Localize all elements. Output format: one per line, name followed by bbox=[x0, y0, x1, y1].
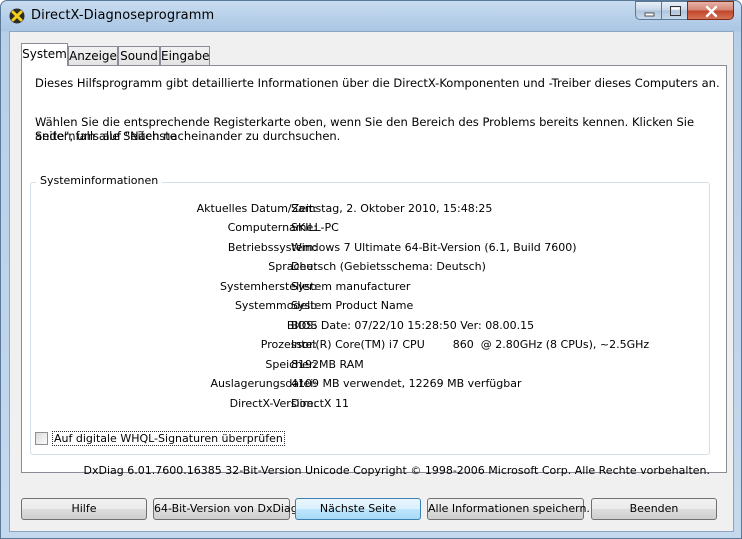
whql-checkbox[interactable] bbox=[35, 432, 48, 445]
value-computername: SKILL-PC bbox=[291, 221, 339, 234]
value-os: Windows 7 Ultimate 64-Bit-Version (6.1, … bbox=[291, 241, 577, 254]
instructions-text-line-2: Seite", um alle Seiten nacheinander zu d… bbox=[35, 129, 341, 143]
next-page-button[interactable]: Nächste Seite bbox=[295, 498, 421, 520]
window-title: DirectX-Diagnoseprogramm bbox=[31, 8, 215, 23]
exit-button[interactable]: Beenden bbox=[591, 498, 717, 520]
value-manufacturer: System manufacturer bbox=[291, 280, 411, 293]
tab-label: Sound bbox=[120, 49, 158, 63]
tab-label: Anzeige bbox=[69, 49, 117, 63]
dxdiag-window: DirectX-Diagnoseprogramm System Anzeige … bbox=[0, 0, 742, 539]
value-processor: Intel(R) Core(TM) i7 CPU 860 @ 2.80GHz (… bbox=[291, 338, 650, 351]
tab-sound[interactable]: Sound bbox=[118, 46, 160, 65]
tab-eingabe[interactable]: Eingabe bbox=[160, 46, 210, 65]
title-bar[interactable]: DirectX-Diagnoseprogramm bbox=[1, 1, 741, 31]
dxdiag-64bit-button[interactable]: 64-Bit-Version von DxDiag bbox=[153, 498, 298, 520]
tab-label: System bbox=[22, 47, 67, 61]
save-all-info-button[interactable]: Alle Informationen speichern... bbox=[427, 498, 597, 520]
maximize-icon bbox=[670, 6, 681, 16]
system-tab-panel: Dieses Hilfsprogramm gibt detaillierte I… bbox=[21, 65, 727, 473]
minimize-icon bbox=[644, 12, 655, 17]
directx-x-icon bbox=[9, 8, 25, 24]
tab-label: Eingabe bbox=[161, 49, 210, 63]
copyright-footer: DxDiag 6.01.7600.16385 32-Bit-Version Un… bbox=[83, 464, 710, 477]
value-bios: BIOS Date: 07/22/10 15:28:50 Ver: 08.00.… bbox=[291, 319, 535, 332]
maximize-button[interactable] bbox=[661, 1, 688, 20]
close-icon bbox=[705, 5, 718, 18]
sysinfo-group-title: Systeminformationen bbox=[36, 174, 163, 187]
close-button[interactable] bbox=[687, 1, 734, 20]
tab-anzeige[interactable]: Anzeige bbox=[68, 46, 118, 65]
value-datetime: Samstag, 2. Oktober 2010, 15:48:25 bbox=[291, 202, 493, 215]
value-memory: 8192MB RAM bbox=[291, 358, 364, 371]
whql-checkbox-label[interactable]: Auf digitale WHQL-Signaturen überprüfen bbox=[52, 431, 285, 446]
intro-text: Dieses Hilfsprogramm gibt detaillierte I… bbox=[35, 76, 720, 90]
tab-system[interactable]: System bbox=[21, 43, 68, 66]
value-pagefile: 4109 MB verwendet, 12269 MB verfügbar bbox=[291, 377, 522, 390]
minimize-button[interactable] bbox=[635, 1, 662, 20]
help-button[interactable]: Hilfe bbox=[21, 498, 147, 520]
value-model: System Product Name bbox=[291, 299, 414, 312]
client-area: System Anzeige Sound Eingabe Dieses Hilf… bbox=[9, 31, 734, 532]
value-language: Deutsch (Gebietsschema: Deutsch) bbox=[291, 260, 486, 273]
value-directx-version: DirectX 11 bbox=[291, 397, 349, 410]
